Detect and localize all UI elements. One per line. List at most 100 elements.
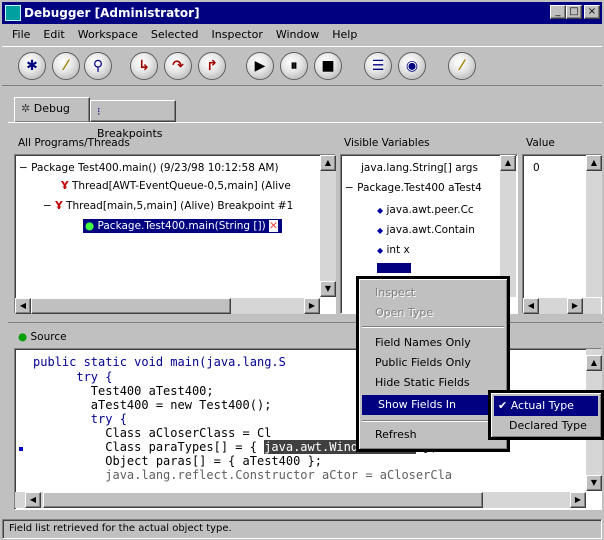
tab-breakpoints[interactable]: ⁝ Breakpoints — [90, 100, 176, 140]
field-icon: ◆ — [377, 246, 384, 255]
scroll-left-icon[interactable]: ◀ — [523, 298, 539, 314]
inspect-icon[interactable]: ◉ — [398, 52, 426, 80]
menu-inspector[interactable]: Inspector — [212, 28, 263, 41]
submenu-item-declared-type[interactable]: Declared Type — [491, 416, 601, 436]
frame-icon: ● — [85, 220, 95, 232]
thread-group-label[interactable]: Package Test400.main() (9/23/98 10:12:58… — [31, 162, 278, 174]
source-title: Source — [30, 331, 67, 343]
value-header: Value — [526, 137, 555, 149]
tree-toggle[interactable]: − — [19, 162, 28, 174]
submenu-item-label: Actual Type — [510, 399, 574, 412]
run-icon[interactable]: ✱ — [18, 52, 46, 80]
variable-row[interactable]: java.awt.peer.Cc — [387, 204, 474, 216]
menu-workspace[interactable]: Workspace — [78, 28, 138, 41]
variable-row[interactable]: int x — [387, 244, 410, 256]
thread-label[interactable]: Thread[main,5,main] (Alive) Breakpoint #… — [66, 200, 293, 212]
source-header: ● Source — [14, 328, 214, 348]
resume-icon[interactable]: ▶ — [246, 52, 274, 80]
step-out-icon[interactable]: ↱ — [198, 52, 226, 80]
step-into-icon[interactable]: ↳ — [130, 52, 158, 80]
close-button[interactable]: × — [584, 5, 600, 19]
step-over-icon[interactable]: ↷ — [164, 52, 192, 80]
scroll-up-icon[interactable]: ▲ — [320, 155, 336, 171]
scroll-thumb[interactable] — [43, 492, 483, 508]
scroll-left-icon[interactable]: ◀ — [25, 492, 41, 508]
code-text: public static void main(java.lang.S — [33, 355, 286, 369]
menu-item-hide-static-fields[interactable]: Hide Static Fields — [359, 373, 507, 393]
menu-separator — [362, 326, 504, 328]
menu-item-show-fields-in[interactable]: Show Fields In ▶ — [362, 395, 504, 415]
search-icon[interactable]: ⚲ — [84, 52, 112, 80]
tab-debug[interactable]: ✲ Debug — [14, 97, 90, 122]
variable-row[interactable]: java.lang.String[] args — [361, 161, 478, 175]
evaluate-icon[interactable]: ☰ — [364, 52, 392, 80]
menu-item-public-fields-only[interactable]: Public Fields Only — [359, 353, 507, 373]
value-horizontal-scrollbar[interactable]: ◀ ▶ — [523, 298, 601, 314]
threads-header: All Programs/Threads — [18, 137, 130, 149]
source-divider — [8, 322, 602, 323]
tree-toggle[interactable]: − — [43, 200, 52, 212]
tab-divider — [8, 122, 602, 123]
code-line-2: try { — [33, 370, 113, 384]
scroll-down-icon[interactable]: ▼ — [320, 281, 336, 297]
status-bar: Field list retrieved for the actual obje… — [2, 519, 602, 539]
menu-window[interactable]: Window — [276, 28, 319, 41]
menu-help[interactable]: Help — [332, 28, 357, 41]
menu-item-label: Show Fields In — [378, 398, 457, 411]
code-line-6: Class aCloserClass = Cl — [33, 426, 271, 440]
pause-icon[interactable]: ⏸ — [280, 52, 308, 80]
selected-variable-row[interactable] — [377, 263, 411, 273]
minimize-button[interactable]: _ — [550, 5, 566, 19]
source-icon: ● — [18, 331, 28, 343]
stop-icon[interactable]: ■ — [314, 52, 342, 80]
variables-header: Visible Variables — [344, 137, 430, 149]
scroll-thumb[interactable] — [31, 298, 231, 314]
thread-label[interactable]: Thread[AWT-EventQueue-0,5,main] (Alive — [72, 180, 291, 192]
threads-tree[interactable]: − Package Test400.main() (9/23/98 10:12:… — [14, 154, 336, 314]
scroll-up-icon[interactable]: ▲ — [586, 155, 602, 171]
source-horizontal-scrollbar[interactable]: ◀ ▶ — [15, 492, 586, 508]
breakpoint-icon[interactable]: ⁄ — [448, 52, 476, 80]
step-icon[interactable]: ⁄ — [52, 52, 80, 80]
thread-running-icon: Ұ — [61, 180, 69, 192]
execution-point-icon — [19, 447, 23, 451]
menu-item-inspect[interactable]: Inspect — [359, 283, 507, 303]
menu-item-field-names-only[interactable]: Field Names Only — [359, 333, 507, 353]
threads-horizontal-scrollbar[interactable]: ◀ ▶ — [15, 298, 320, 314]
code-line-5: try { — [33, 412, 127, 426]
variable-row[interactable]: Package.Test400 aTest4 — [357, 182, 482, 194]
menu-edit[interactable]: Edit — [43, 28, 64, 41]
menu-item-open-type[interactable]: Open Type — [359, 303, 507, 323]
menu-bar: File Edit Workspace Selected Inspector W… — [2, 24, 602, 44]
field-icon: ◆ — [377, 206, 384, 215]
stack-frame-label[interactable]: Package.Test400.main(String []) — [98, 220, 266, 232]
scroll-up-icon[interactable]: ▲ — [586, 355, 602, 371]
menu-item-refresh[interactable]: Refresh — [359, 425, 507, 445]
scroll-down-icon[interactable]: ▼ — [586, 475, 602, 491]
scroll-right-icon[interactable]: ▶ — [304, 298, 320, 314]
menu-file[interactable]: File — [12, 28, 30, 41]
code-line-3: Test400 aTest400; — [33, 384, 214, 398]
scroll-right-icon[interactable]: ▶ — [570, 492, 586, 508]
window-title: Debugger [Administrator] — [24, 6, 200, 20]
threads-vertical-scrollbar[interactable]: ▲ — [320, 155, 336, 297]
thread-suspended-icon: Ұ — [55, 200, 63, 212]
variables-vertical-scrollbar[interactable]: ▲ — [500, 155, 516, 297]
code-line-1: public static void main(java.lang.S — [33, 355, 286, 369]
code-text: Class paraTypes[] = { — [33, 440, 265, 454]
submenu-item-actual-type[interactable]: ✔ Actual Type — [494, 396, 598, 416]
checkmark-icon: ✔ — [498, 399, 508, 412]
variable-row[interactable]: java.awt.Contain — [387, 224, 475, 236]
value-vertical-scrollbar[interactable]: ▲ — [586, 155, 602, 297]
gear-icon: ✲ — [21, 102, 31, 115]
debugger-app-icon — [5, 5, 21, 21]
tab-debug-label: Debug — [33, 102, 70, 115]
code-text: Class aCloserClass = Cl — [33, 426, 272, 440]
menu-selected[interactable]: Selected — [151, 28, 199, 41]
scroll-right-icon[interactable]: ▶ — [567, 298, 583, 314]
scroll-up-icon[interactable]: ▲ — [500, 155, 516, 171]
code-line-9: java.lang.reflect.Constructor aCtor = aC… — [33, 468, 453, 482]
scroll-left-icon[interactable]: ◀ — [15, 298, 31, 314]
tree-toggle[interactable]: − — [345, 182, 354, 194]
maximize-button[interactable]: □ — [566, 5, 582, 19]
